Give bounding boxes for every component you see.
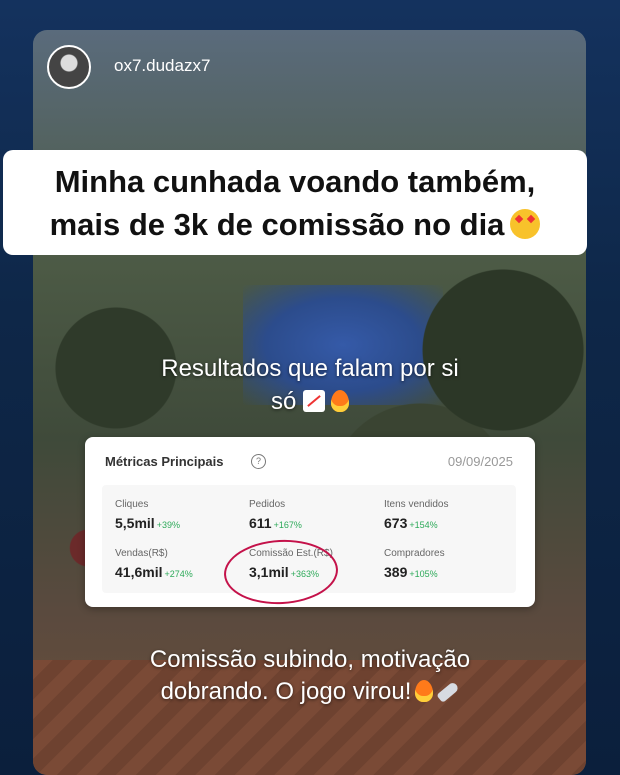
metric-change: +274%	[164, 569, 193, 579]
metric-vendas: Vendas(R$) 41,6mil +274%	[115, 548, 193, 580]
avatar[interactable]	[47, 45, 91, 89]
caption-bottom-line-1: Comissão subindo, motivação	[149, 646, 471, 673]
star-struck-emoji-icon	[510, 209, 541, 239]
metric-value: 389	[384, 564, 408, 580]
headline-line-2: mais de 3k de comissão no dia	[3, 207, 587, 243]
metric-value: 611	[249, 515, 272, 531]
username[interactable]: ox7.dudazx7	[114, 56, 210, 76]
headline-line-1: Minha cunhada voando também,	[54, 164, 536, 199]
caption-bottom-line-2-text: dobrando. O jogo virou!	[160, 678, 412, 705]
caption-top-line-2: só	[0, 388, 620, 416]
fire-emoji-icon	[415, 680, 434, 702]
metrics-card-title: Métricas Principais	[105, 454, 224, 469]
metrics-card-date: 09/09/2025	[447, 454, 513, 469]
metric-value-row: 5,5mil +39%	[115, 515, 180, 531]
metric-value-row: 611 +167%	[249, 515, 302, 531]
metric-label: Compradores	[384, 548, 445, 559]
metric-value-row: 389 +105%	[384, 564, 445, 580]
caption-bottom-line-2: dobrando. O jogo virou!	[0, 678, 620, 706]
chart-increasing-emoji-icon	[303, 390, 326, 412]
metric-value-row: 673 +154%	[384, 515, 449, 531]
metric-label: Itens vendidos	[384, 499, 449, 510]
headline-line-2-text: mais de 3k de comissão no dia	[49, 207, 505, 242]
fire-emoji-icon	[331, 390, 350, 412]
metric-value: 5,5mil	[115, 515, 155, 531]
caption-top-line-2-text: só	[270, 388, 297, 415]
metric-change: +167%	[273, 520, 302, 530]
metric-cliques: Cliques 5,5mil +39%	[115, 499, 180, 531]
rocket-emoji-icon	[436, 681, 461, 703]
metric-change: +154%	[409, 520, 438, 530]
metric-change: +39%	[156, 520, 180, 530]
headline-box: Minha cunhada voando também, mais de 3k …	[3, 150, 587, 255]
metric-value: 41,6mil	[115, 564, 163, 580]
metric-itens-vendidos: Itens vendidos 673 +154%	[384, 499, 449, 531]
metric-label: Cliques	[115, 499, 149, 510]
metric-pedidos: Pedidos 611 +167%	[249, 499, 302, 531]
metric-label: Pedidos	[249, 499, 286, 510]
metric-label: Vendas(R$)	[115, 548, 168, 559]
metric-value: 673	[384, 515, 408, 531]
metric-compradores: Compradores 389 +105%	[384, 548, 445, 580]
metric-value-row: 41,6mil +274%	[115, 564, 193, 580]
info-icon[interactable]: ?	[251, 454, 266, 469]
caption-top-line-1: Resultados que falam por si	[161, 355, 459, 382]
metric-change: +105%	[409, 569, 438, 579]
